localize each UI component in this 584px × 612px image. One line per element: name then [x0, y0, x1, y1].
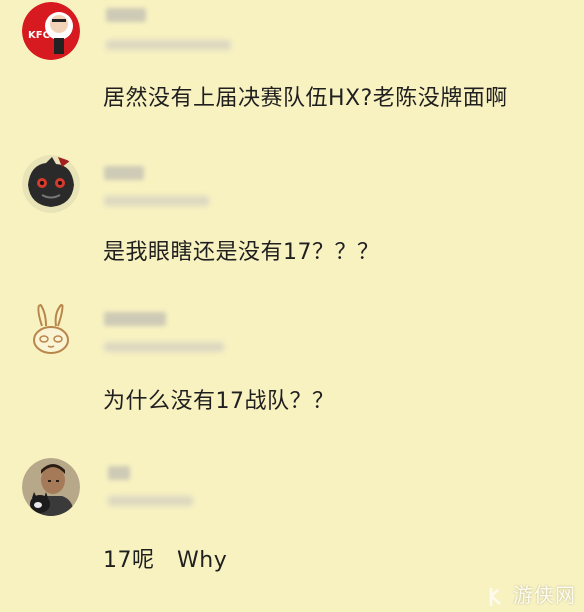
username-blurred — [108, 466, 130, 480]
person-with-cat-avatar[interactable] — [22, 458, 80, 516]
timestamp-blurred — [108, 496, 193, 506]
watermark: 游侠网 — [488, 579, 576, 608]
ali213-logo-icon — [488, 583, 513, 607]
comment-item: 是我眼瞎还是没有17？？？ — [0, 150, 584, 290]
comment-text: 为什么没有17战队？？ — [103, 389, 335, 414]
comment-text: 是我眼瞎还是没有17？？？ — [103, 240, 380, 265]
username-blurred — [106, 8, 146, 22]
username-blurred — [104, 312, 166, 326]
watermark-text: 游侠网 — [513, 583, 576, 607]
comment-text: 17呢 Why — [103, 548, 228, 573]
comment-item: 为什么没有17战队？？ — [0, 290, 584, 450]
bunny-doodle-avatar[interactable] — [22, 302, 80, 360]
dark-cat-avatar[interactable] — [22, 155, 80, 213]
username-blurred — [104, 166, 144, 180]
kfc-logo-avatar[interactable]: KFC — [22, 2, 80, 60]
comment-text: 居然没有上届决赛队伍HX?老陈没牌面啊 — [103, 86, 508, 111]
timestamp-blurred — [104, 196, 209, 206]
timestamp-blurred — [106, 40, 231, 50]
comment-item: KFC 居然没有上届决赛队伍HX?老陈没牌面啊 — [0, 0, 584, 150]
svg-text:KFC: KFC — [28, 30, 50, 41]
timestamp-blurred — [104, 342, 224, 352]
